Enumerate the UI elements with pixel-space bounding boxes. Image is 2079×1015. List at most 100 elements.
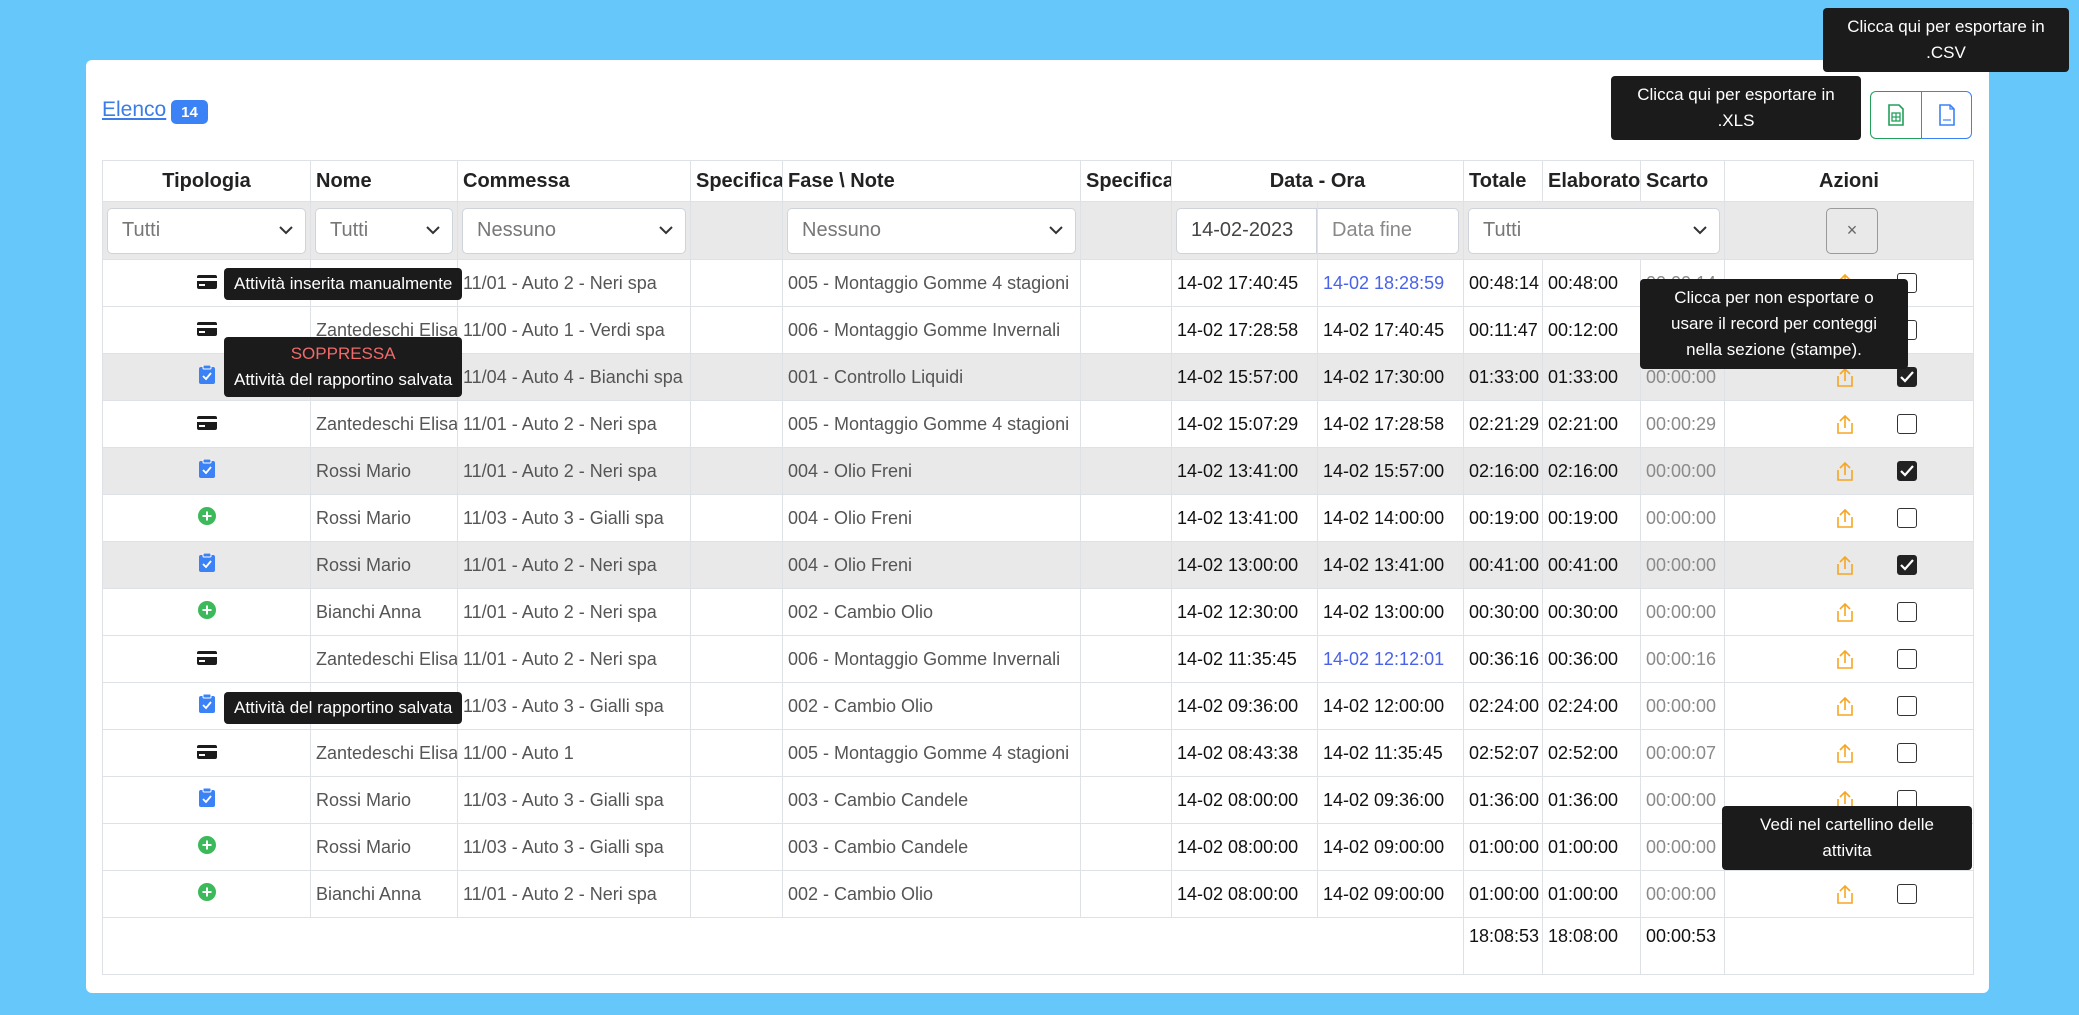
reset-filters-button[interactable]: × [1826,207,1878,254]
upload-icon[interactable] [1835,601,1855,623]
col-commessa[interactable]: Commessa [457,160,691,202]
col-fase-note[interactable]: Fase \ Note [782,160,1081,202]
elaborato-cell: 00:48:00 [1542,259,1641,307]
type-cell[interactable] [102,635,311,683]
elaborato-cell: 00:36:00 [1542,635,1641,683]
actions-cell [1724,447,1974,495]
name-cell: Bianchi Anna [310,870,458,918]
upload-icon[interactable] [1835,413,1855,435]
fase-cell: 006 - Montaggio Gomme Invernali [782,635,1081,683]
specifica-cell [690,682,783,730]
filter-fase-select[interactable]: Nessuno [787,207,1076,254]
exclude-checkbox[interactable] [1897,461,1917,482]
type-cell[interactable] [102,541,311,589]
type-cell[interactable] [102,447,311,495]
table-row[interactable]: Rossi Mario11/03 - Auto 3 - Gialli spa 00… [102,823,1974,871]
elaborato-cell: 00:12:00 [1542,306,1641,354]
export-xls-button[interactable] [1870,91,1921,139]
filter-tipologia-select[interactable]: Tutti [107,207,306,254]
type-cell[interactable] [102,776,311,824]
scarto-cell: 00:00:00 [1640,870,1725,918]
list-link[interactable]: Elenco [102,98,166,122]
specifica-cell [690,823,783,871]
filter-nome-value: Tutti [330,219,369,241]
commessa-cell: 11/03 - Auto 3 - Gialli spa [457,823,691,871]
exclude-checkbox[interactable] [1897,884,1917,905]
scarto-cell: 00:00:07 [1640,729,1725,777]
col-elaborato[interactable]: Elaborato [1542,160,1641,202]
col-tipologia[interactable]: Tipologia [102,160,311,202]
actions-cell [1724,494,1974,542]
upload-icon[interactable] [1835,554,1855,576]
filter-totale-select[interactable]: Tutti [1468,207,1720,254]
col-nome[interactable]: Nome [310,160,458,202]
export-csv-button[interactable] [1921,91,1972,139]
specifica-cell [690,447,783,495]
filter-commessa-select[interactable]: Nessuno [462,207,686,254]
end-cell: 14-02 17:28:58 [1317,400,1464,448]
specifica-cell [690,259,783,307]
start-cell: 14-02 08:00:00 [1171,776,1318,824]
table-row[interactable]: Zantedeschi Elisa11/01 - Auto 2 - Neri s… [102,635,1974,683]
totale-cell: 00:36:16 [1463,635,1543,683]
start-cell: 14-02 15:57:00 [1171,353,1318,401]
type-cell[interactable] [102,494,311,542]
totals-row: 18:08:53 18:08:00 00:00:53 [102,917,1974,975]
start-cell: 14-02 13:41:00 [1171,494,1318,542]
specifica-cell [1080,682,1172,730]
upload-icon[interactable] [1835,695,1855,717]
exclude-checkbox[interactable] [1897,555,1917,576]
filter-date-end-input[interactable]: Data fine [1318,207,1459,254]
type-cell[interactable] [102,823,311,871]
table-row[interactable]: Rossi Mario11/03 - Auto 3 - Gialli spa 00… [102,776,1974,824]
table-row[interactable]: Bianchi Anna 11/01 - Auto 2 - Neri spa 002… [102,870,1974,918]
type-cell[interactable] [102,588,311,636]
table-row[interactable]: Zantedeschi Elisa 11/00 - Auto 1 005 - Mon… [102,729,1974,777]
exclude-checkbox[interactable] [1897,743,1917,764]
totale-cell: 02:16:00 [1463,447,1543,495]
fase-cell: 002 - Cambio Olio [782,870,1081,918]
col-data-ora[interactable]: Data - Ora [1171,160,1464,202]
fase-cell: 002 - Cambio Olio [782,588,1081,636]
type-cell[interactable] [102,870,311,918]
table-row[interactable]: Zantedeschi Elisa11/01 - Auto 2 - Neri s… [102,400,1974,448]
csv-tooltip-line1: Clicca qui per esportare in [1847,17,2045,36]
start-cell: 14-02 12:30:00 [1171,588,1318,636]
exclude-checkbox[interactable] [1897,508,1917,529]
col-scarto[interactable]: Scarto [1640,160,1725,202]
col-totale[interactable]: Totale [1463,160,1543,202]
type-cell[interactable] [102,400,311,448]
scarto-cell: 00:00:00 [1640,588,1725,636]
col-specifica-1[interactable]: Specifica [690,160,783,202]
table-row[interactable]: Rossi Mario11/03 - Auto 3 - Gialli spa 00… [102,494,1974,542]
exclude-checkbox[interactable] [1897,649,1917,670]
upload-icon[interactable] [1835,507,1855,529]
table-row[interactable]: Rossi Mario 11/01 - Auto 2 - Neri spa 004 … [102,447,1974,495]
chevron-down-icon [1693,226,1707,235]
upload-icon[interactable] [1835,742,1855,764]
upload-icon[interactable] [1835,366,1855,388]
upload-icon[interactable] [1835,460,1855,482]
col-specifica-2[interactable]: Specifica [1080,160,1172,202]
count-badge: 14 [171,100,208,124]
start-cell: 14-02 13:00:00 [1171,541,1318,589]
name-cell: Rossi Mario [310,541,458,589]
scarto-cell: 00:00:00 [1640,447,1725,495]
table-row[interactable]: Rossi Mario 11/01 - Auto 2 - Neri spa 004 … [102,541,1974,589]
exclude-checkbox[interactable] [1897,696,1917,717]
filter-date-start-input[interactable]: 14-02-2023 [1176,207,1317,254]
clipboard-check-icon [198,364,215,384]
exclude-checkbox[interactable] [1897,602,1917,623]
col-azioni: Azioni [1724,160,1974,202]
table-row[interactable]: Bianchi Anna 11/01 - Auto 2 - Neri spa 002… [102,588,1974,636]
exclude-checkbox[interactable] [1897,414,1917,435]
clipboard-check-icon [198,552,215,572]
totale-cell: 00:19:00 [1463,494,1543,542]
type-cell[interactable] [102,729,311,777]
commessa-cell: 11/03 - Auto 3 - Gialli spa [457,682,691,730]
upload-icon[interactable] [1835,883,1855,905]
exclude-checkbox[interactable] [1897,367,1917,388]
upload-icon[interactable] [1835,648,1855,670]
start-cell: 14-02 13:41:00 [1171,447,1318,495]
filter-nome-select[interactable]: Tutti [315,207,453,254]
